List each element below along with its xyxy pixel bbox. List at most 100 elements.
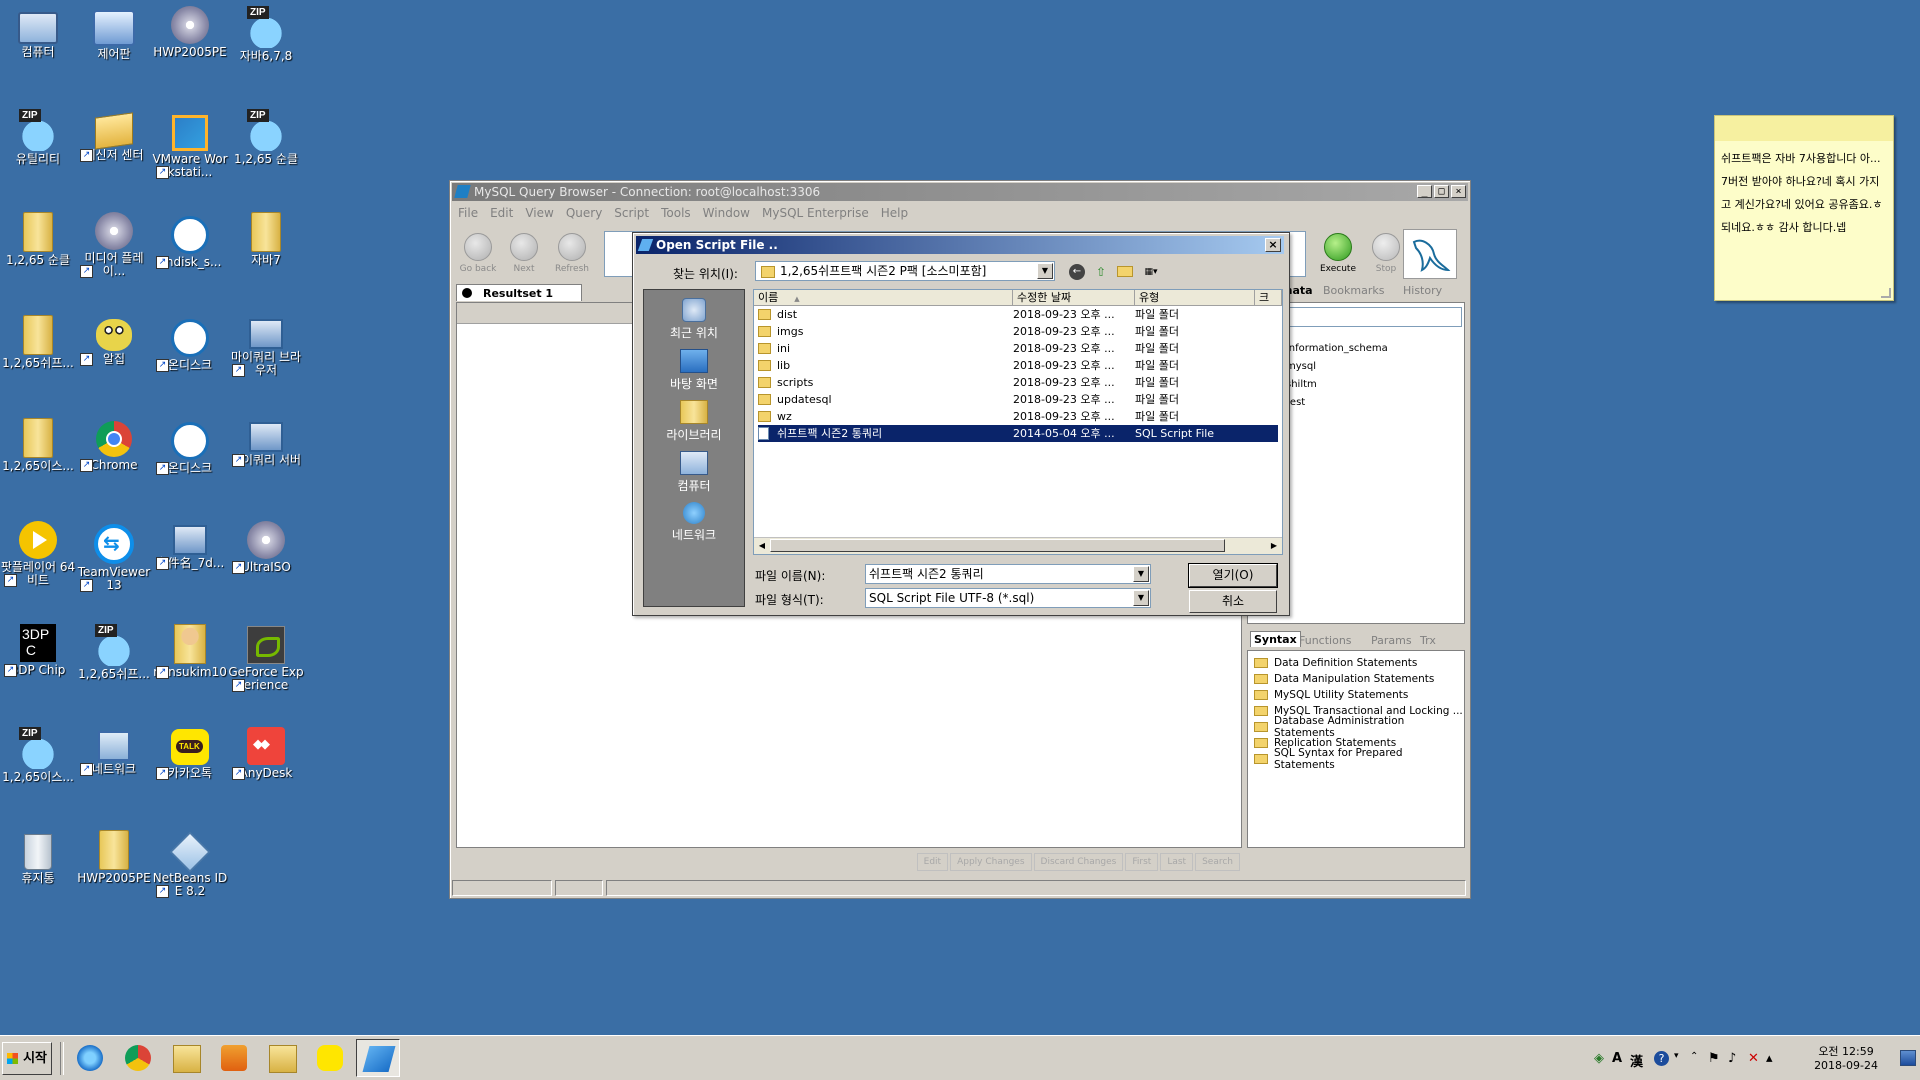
ime-options-icon[interactable]: ▾ xyxy=(1674,1051,1679,1061)
desktop-icon-item[interactable]: ↗ ondisk_s... xyxy=(152,212,228,269)
file-list-row[interactable]: ini 2018-09-23 오후 ... 파일 폴더 xyxy=(758,340,1278,357)
lookin-combo[interactable]: 1,2,65쉬프트팩 시즌2 P팩 [소스미포함] ▼ xyxy=(755,261,1055,281)
desktop-icon-item[interactable]: ↗ 온디스크 xyxy=(152,315,228,372)
view-menu-icon[interactable]: ▦▾ xyxy=(1141,264,1161,280)
desktop-icon-item[interactable]: ↗ NetBeans IDE 8.2 xyxy=(152,830,228,898)
file-list-row[interactable]: imgs 2018-09-23 오후 ... 파일 폴더 xyxy=(758,323,1278,340)
desktop-icon-item[interactable]: ↗ 미디어 플레이... xyxy=(76,212,152,278)
tab-functions[interactable]: Functions xyxy=(1299,634,1352,647)
desktop-icon-item[interactable]: ↗ 팟플레이어 64 비트 xyxy=(0,521,76,587)
column-size[interactable]: 크 xyxy=(1255,290,1282,305)
desktop-icon-item[interactable]: ↗AnyDesk xyxy=(228,727,304,780)
syntax-item[interactable]: Data Definition Statements xyxy=(1248,655,1464,671)
help-icon[interactable]: ? xyxy=(1654,1051,1669,1066)
desktop-icon-item[interactable]: 1,2,65쉬프... xyxy=(0,315,76,370)
desktop-icon-item[interactable]: ↗ UltraISO xyxy=(228,521,304,574)
schema-item[interactable]: information_schema xyxy=(1286,343,1388,354)
taskbar-app-button[interactable] xyxy=(308,1039,352,1077)
open-button[interactable]: 열기(O) xyxy=(1188,563,1278,588)
discard-changes-button[interactable]: Discard Changes xyxy=(1033,853,1124,871)
ime-icon[interactable]: ◈ xyxy=(1594,1051,1604,1066)
sticky-note-titlebar[interactable] xyxy=(1715,116,1893,141)
desktop-icon-item[interactable]: ↗ 네트워크 xyxy=(76,727,152,776)
tab-resultset-1[interactable]: Resultset 1 xyxy=(456,284,582,301)
first-button[interactable]: First xyxy=(1125,853,1159,871)
syntax-item[interactable]: Data Manipulation Statements xyxy=(1248,671,1464,687)
chevron-down-icon[interactable]: ▼ xyxy=(1037,263,1053,279)
file-list-row[interactable]: scripts 2018-09-23 오후 ... 파일 폴더 xyxy=(758,374,1278,391)
last-button[interactable]: Last xyxy=(1160,853,1194,871)
sticky-note-text[interactable]: 쉬프트팩은 자바 7사용합니다 아... 7버전 받아야 하나요?네 혹시 가지… xyxy=(1715,141,1893,245)
place-desktop[interactable]: 바탕 화면 xyxy=(644,349,744,392)
taskbar-app-button[interactable] xyxy=(68,1039,112,1077)
maximize-button[interactable]: □ xyxy=(1434,185,1449,198)
chevron-down-icon[interactable]: ▼ xyxy=(1133,590,1149,606)
menu-edit[interactable]: Edit xyxy=(490,206,513,220)
menu-mysql-enterprise[interactable]: MySQL Enterprise xyxy=(762,206,869,220)
desktop-icon-item[interactable]: ↗ 文件名_7d... xyxy=(152,521,228,570)
desktop-icon-item[interactable]: ↗ 마이쿼리 브라우저 xyxy=(228,315,304,377)
taskbar-app-button[interactable] xyxy=(356,1039,400,1077)
menu-tools[interactable]: Tools xyxy=(661,206,691,220)
scrollbar-thumb[interactable] xyxy=(770,539,1225,552)
syntax-item[interactable]: Database Administration Statements xyxy=(1248,715,1464,739)
desktop-icon-item[interactable]: ↗ minsukim10 xyxy=(152,624,228,679)
desktop-icon-item[interactable]: 1,2,65 순클 xyxy=(228,109,304,166)
up-folder-icon[interactable]: ⇧ xyxy=(1093,264,1109,280)
menu-script[interactable]: Script xyxy=(614,206,649,220)
desktop-icon-item[interactable]: 1,2,65이스... xyxy=(0,418,76,473)
sticky-note[interactable]: 쉬프트팩은 자바 7사용합니다 아... 7버전 받아야 하나요?네 혹시 가지… xyxy=(1714,115,1894,301)
horizontal-scrollbar[interactable]: ◀ ▶ xyxy=(754,537,1282,554)
network-disconnected-icon[interactable]: ✕ xyxy=(1748,1051,1759,1066)
dialog-titlebar[interactable]: Open Script File .. × xyxy=(636,236,1284,254)
clock[interactable]: 오전 12:59 2018-09-24 xyxy=(1814,1045,1878,1073)
place-libraries[interactable]: 라이브러리 xyxy=(644,400,744,443)
taskbar-app-button[interactable] xyxy=(116,1039,160,1077)
tab-history[interactable]: History xyxy=(1403,284,1442,297)
file-list[interactable]: 이름 ▲ 수정한 날짜 유형 크 dist 2018-09-23 오후 ... 파일 … xyxy=(753,289,1283,555)
show-hidden-icons[interactable]: ⌃ xyxy=(1690,1051,1698,1062)
back-icon[interactable]: ← xyxy=(1069,264,1085,280)
place-computer[interactable]: 컴퓨터 xyxy=(644,451,744,494)
execute-button[interactable]: Execute xyxy=(1314,233,1362,274)
close-button[interactable]: × xyxy=(1451,185,1466,198)
menu-help[interactable]: Help xyxy=(881,206,908,220)
desktop-icon-item[interactable]: ↗ VMware Workstati... xyxy=(152,109,228,179)
minimize-button[interactable]: _ xyxy=(1417,185,1432,198)
show-desktop-button[interactable] xyxy=(1900,1050,1916,1066)
scroll-left-icon[interactable]: ◀ xyxy=(755,539,769,552)
new-folder-icon[interactable] xyxy=(1117,266,1133,277)
menu-view[interactable]: View xyxy=(525,206,553,220)
file-list-row[interactable]: 쉬프트팩 시즌2 통쿼리 2014-05-04 오후 ... SQL Script … xyxy=(758,425,1278,442)
dialog-close-button[interactable]: × xyxy=(1265,238,1281,252)
desktop-icon-item[interactable]: ↗ 마이쿼리 서버 xyxy=(228,418,304,467)
hanja-icon[interactable]: 漢 xyxy=(1630,1051,1643,1070)
filename-input[interactable]: 쉬프트팩 시즌2 통쿼리 ▼ xyxy=(865,564,1151,584)
desktop-icon-item[interactable]: ↗ 온디스크 xyxy=(152,418,228,475)
desktop-icon-item[interactable]: 1,2,65 순클 xyxy=(0,212,76,267)
desktop-icon-item[interactable]: 3DP C ↗ 3DP Chip xyxy=(0,624,76,677)
action-center-icon[interactable]: ⚑ xyxy=(1708,1051,1720,1066)
schema-item[interactable]: shiltm xyxy=(1286,379,1317,390)
scroll-right-icon[interactable]: ▶ xyxy=(1267,539,1281,552)
start-button[interactable]: 시작 xyxy=(2,1042,52,1075)
desktop-icon-item[interactable]: 자바6,7,8 xyxy=(228,6,304,63)
desktop-icon-item[interactable]: 1,2,65쉬프... xyxy=(76,624,152,681)
column-date[interactable]: 수정한 날짜 xyxy=(1013,290,1135,305)
desktop-icon-item[interactable]: 유틸리티 xyxy=(0,109,76,166)
refresh-button[interactable]: Refresh xyxy=(550,233,594,274)
file-list-row[interactable]: lib 2018-09-23 오후 ... 파일 폴더 xyxy=(758,357,1278,374)
next-button[interactable]: Next xyxy=(502,233,546,274)
taskbar-app-button[interactable] xyxy=(212,1039,256,1077)
go-back-button[interactable]: Go back xyxy=(456,233,500,274)
syntax-item[interactable]: SQL Syntax for Prepared Statements xyxy=(1248,747,1464,771)
search-button[interactable]: Search xyxy=(1195,853,1240,871)
menu-window[interactable]: Window xyxy=(703,206,750,220)
signal-icon[interactable]: ▴ xyxy=(1766,1051,1773,1066)
desktop-icon-item[interactable]: ↗ 알집 xyxy=(76,315,152,366)
chevron-down-icon[interactable]: ▼ xyxy=(1133,566,1149,582)
column-type[interactable]: 유형 xyxy=(1135,290,1255,305)
resize-grip-icon[interactable] xyxy=(1881,288,1891,298)
desktop-icon-item[interactable]: ↗ 메신저 센터 xyxy=(76,109,152,162)
desktop-icon-item[interactable]: 자바7 xyxy=(228,212,304,267)
